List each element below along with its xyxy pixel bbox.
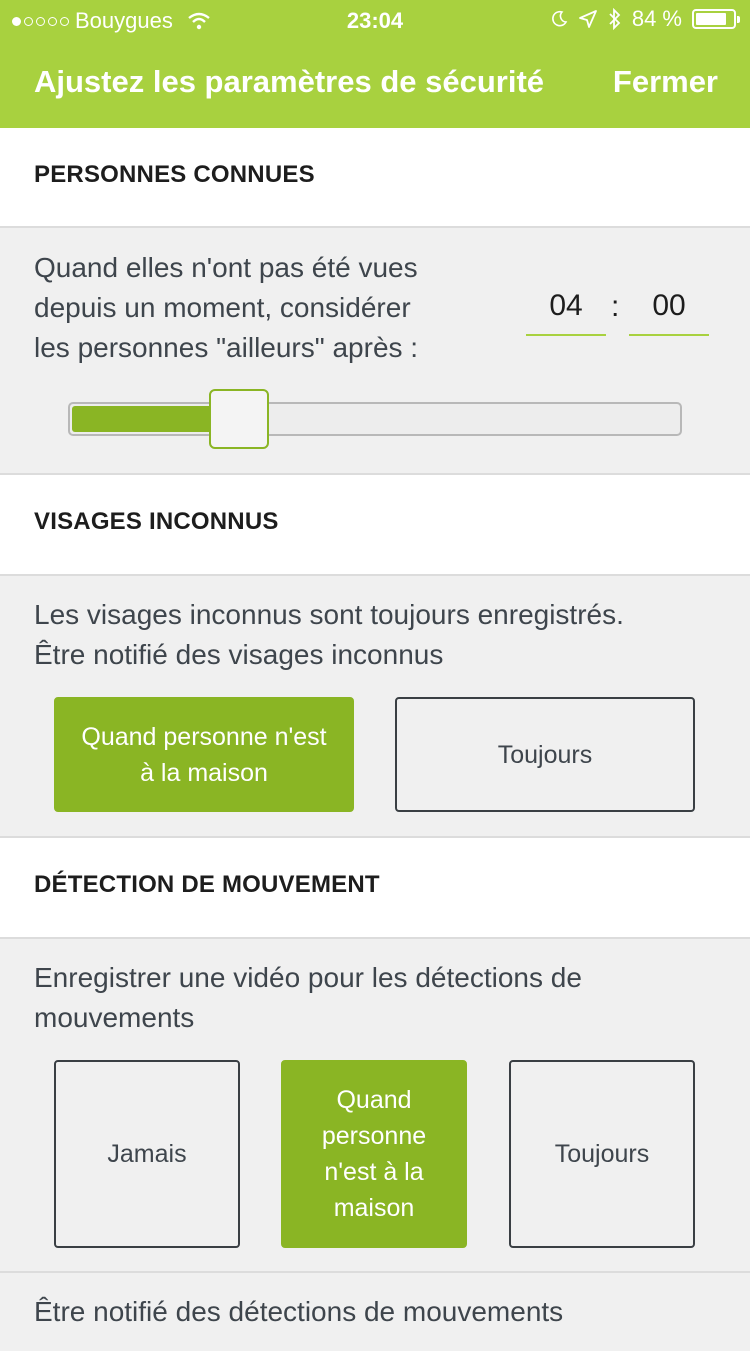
slider-fill xyxy=(72,406,213,432)
unknown-faces-option-nobody-home[interactable]: Quand personne n'est à la maison xyxy=(54,697,354,812)
close-button[interactable]: Fermer xyxy=(613,64,718,100)
away-delay-slider[interactable] xyxy=(68,402,682,436)
known-people-line1: Quand elles n'ont pas été vues xyxy=(34,252,418,283)
unknown-faces-line2: Être notifié des visages inconnus xyxy=(34,639,444,670)
location-arrow-icon xyxy=(578,10,597,28)
motion-title: DÉTECTION DE MOUVEMENT xyxy=(34,871,380,898)
unknown-faces-header: VISAGES INCONNUS xyxy=(0,475,750,574)
battery-fill xyxy=(696,13,726,25)
hours-input[interactable]: 04 xyxy=(526,284,606,336)
known-people-title: PERSONNES CONNUES xyxy=(34,161,315,188)
option-label: Toujours xyxy=(554,1140,650,1168)
option-label-line: Quand personne n'est xyxy=(81,722,327,751)
time-separator: : xyxy=(611,290,620,323)
option-label-line: à la maison xyxy=(140,758,268,787)
motion-line1: Enregistrer une vidéo pour les détection… xyxy=(34,962,582,993)
known-people-header: PERSONNES CONNUES xyxy=(0,128,750,226)
moon-icon xyxy=(551,10,568,27)
motion-option-never[interactable]: Jamais xyxy=(54,1060,240,1248)
top-bar: Bouygues 23:04 84 % Ajustez les paramètr… xyxy=(0,0,750,128)
battery-percent: 84 % xyxy=(631,6,682,31)
battery-icon xyxy=(692,9,740,29)
motion-header: DÉTECTION DE MOUVEMENT xyxy=(0,838,750,937)
option-label-line: Quand xyxy=(336,1086,412,1114)
minutes-input[interactable]: 00 xyxy=(629,284,709,336)
unknown-faces-title: VISAGES INCONNUS xyxy=(34,508,279,535)
unknown-faces-line1: Les visages inconnus sont toujours enreg… xyxy=(34,599,624,630)
option-label: Jamais xyxy=(107,1140,187,1168)
option-label-line: maison xyxy=(333,1194,415,1222)
status-bar: Bouygues 23:04 84 % xyxy=(0,0,750,40)
known-people-line2: depuis un moment, considérer xyxy=(34,292,411,323)
unknown-faces-option-always[interactable]: Toujours xyxy=(395,697,695,812)
status-right: 84 % xyxy=(550,6,740,32)
motion-notify-text: Être notifié des détections de mouvement… xyxy=(34,1296,564,1327)
slider-thumb[interactable] xyxy=(208,389,269,449)
motion-line2: mouvements xyxy=(34,1002,195,1033)
option-label-line: n'est à la xyxy=(324,1158,424,1186)
option-label-line: personne xyxy=(321,1122,427,1150)
motion-option-always[interactable]: Toujours xyxy=(509,1060,695,1248)
bluetooth-icon xyxy=(609,8,621,30)
page-title: Ajustez les paramètres de sécurité xyxy=(34,64,545,99)
motion-option-nobody-home[interactable]: Quand personne n'est à la maison xyxy=(281,1060,467,1248)
known-people-line3: les personnes "ailleurs" après : xyxy=(34,332,419,363)
option-label: Toujours xyxy=(497,740,593,769)
